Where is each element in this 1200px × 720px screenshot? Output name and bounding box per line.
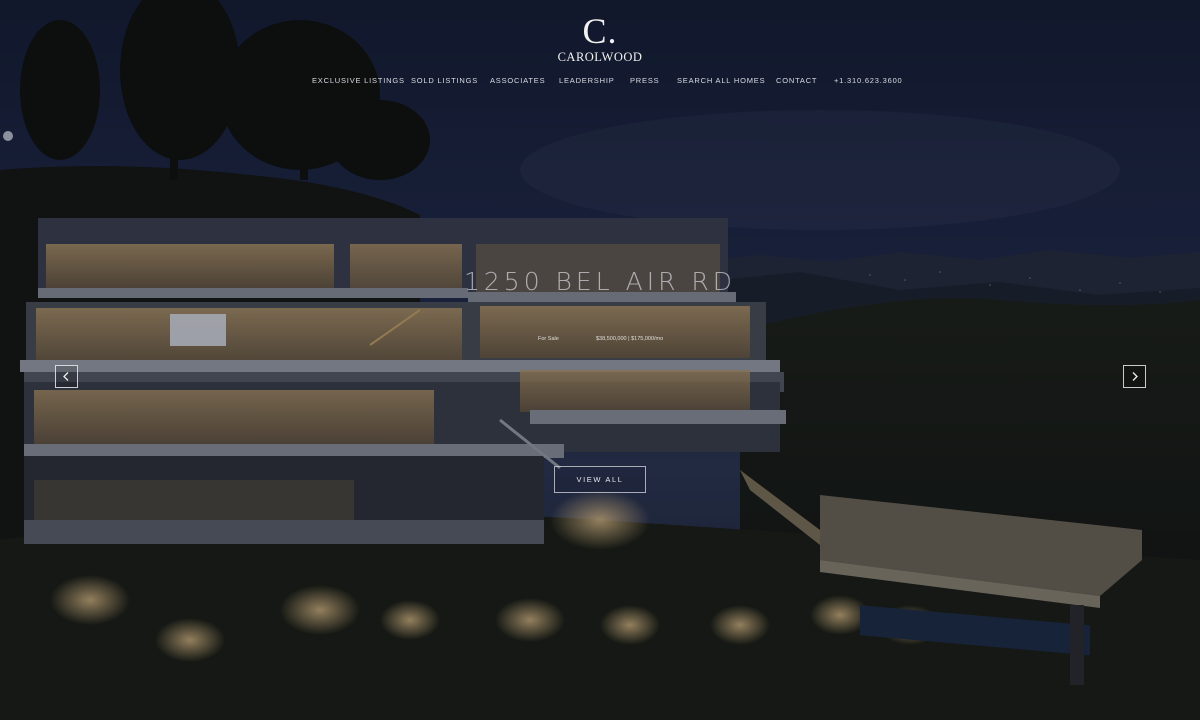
- nav-leadership[interactable]: LEADERSHIP: [559, 76, 615, 86]
- site-logo[interactable]: C. CAROLWOOD: [550, 12, 650, 64]
- nav-associates[interactable]: ASSOCIATES: [490, 76, 545, 86]
- main-nav: EXCLUSIVE LISTINGS SOLD LISTINGS ASSOCIA…: [300, 76, 903, 88]
- hero-slider: C. CAROLWOOD EXCLUSIVE LISTINGS SOLD LIS…: [0, 0, 1200, 720]
- hero-background-image: [0, 0, 1200, 720]
- logo-mark: C.: [582, 11, 618, 51]
- listing-title: 1250 BEL AIR RD: [463, 267, 737, 296]
- chevron-left-icon: [63, 372, 69, 381]
- nav-press[interactable]: PRESS: [630, 76, 659, 86]
- carousel-next-button[interactable]: [1123, 365, 1146, 388]
- logo-wordmark: CAROLWOOD: [557, 50, 643, 64]
- listing-status: For Sale: [538, 336, 559, 342]
- carousel-prev-button[interactable]: [55, 365, 78, 388]
- nav-search-all-homes[interactable]: SEARCH ALL HOMES: [677, 76, 765, 86]
- chevron-right-icon: [1132, 372, 1138, 381]
- view-all-button[interactable]: VIEW ALL: [554, 466, 646, 493]
- nav-sold-listings[interactable]: SOLD LISTINGS: [411, 76, 478, 86]
- listing-price: $38,500,000 | $175,000/mo: [596, 336, 664, 342]
- nav-phone[interactable]: +1.310.623.3600: [834, 76, 903, 86]
- nav-contact[interactable]: CONTACT: [776, 76, 817, 86]
- nav-exclusive-listings[interactable]: EXCLUSIVE LISTINGS: [312, 76, 405, 86]
